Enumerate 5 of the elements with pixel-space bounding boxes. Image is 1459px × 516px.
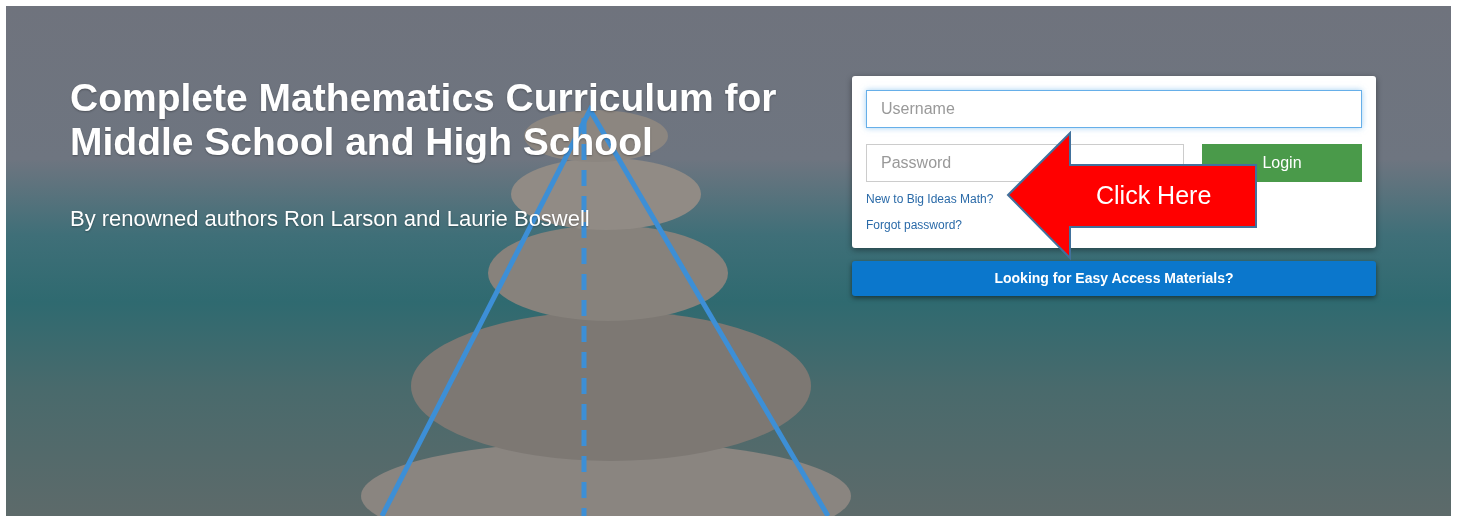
text-link[interactable]: New to Big Ideas Math? [866,190,994,208]
easy-access-button[interactable]: Looking for Easy Access Materials? [852,261,1376,296]
text-link[interactable]: Forgot password? [866,216,963,234]
callout-label: Click Here [1096,180,1212,210]
username-field[interactable]: Username [866,90,1362,128]
